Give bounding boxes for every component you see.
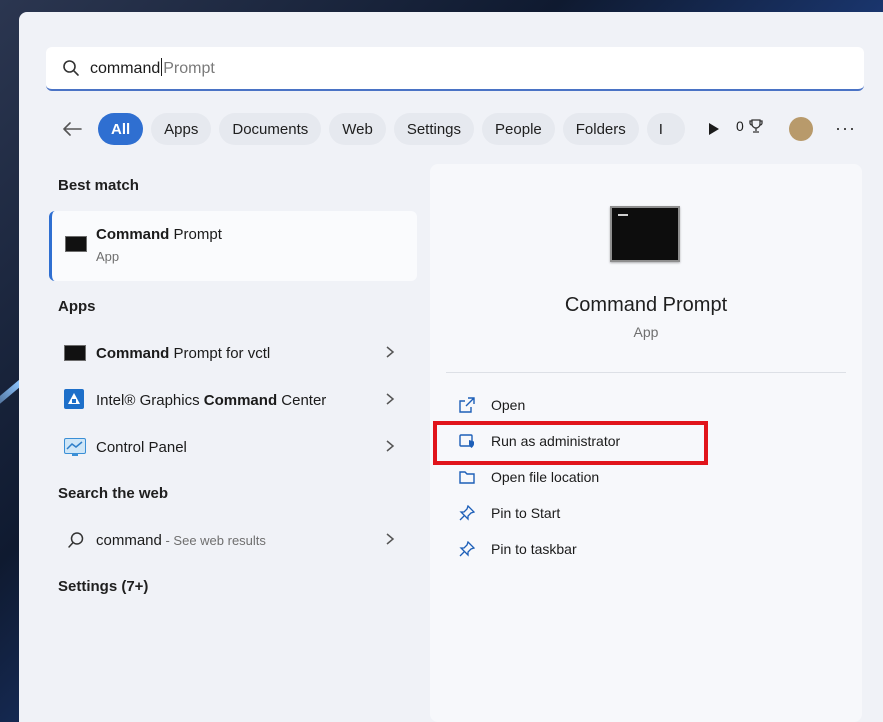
app-result-label: Command Prompt for vctl [96,345,270,362]
web-query: command [96,531,162,549]
search-typed-text: command [90,60,161,77]
app-result-label: Intel® Graphics Command Center [96,392,326,409]
app-result-intel-graphics[interactable]: Intel® Graphics Command Center [49,380,417,420]
filter-chip-people[interactable]: People [482,113,555,145]
intel-graphics-icon [64,389,84,409]
search-autocomplete-text: Prompt [163,60,215,77]
action-open[interactable]: Open [458,393,525,417]
action-label: Pin to taskbar [491,541,577,557]
app-result-label: Control Panel [96,439,187,456]
action-pin-to-taskbar[interactable]: Pin to taskbar [458,537,577,561]
control-panel-icon [64,438,86,456]
best-match-name-rest: Prompt [169,226,222,243]
app-result-control-panel[interactable]: Control Panel [49,427,417,467]
settings-heading[interactable]: Settings (7+) [58,578,148,595]
filter-chip-documents[interactable]: Documents [219,113,322,145]
best-match-heading: Best match [58,177,139,194]
chevron-right-icon [386,533,395,545]
folder-icon [458,468,476,486]
web-search-label: command - See web results [96,532,266,549]
label-post: Center [277,391,327,409]
more-options-icon[interactable]: ··· [835,118,856,139]
user-avatar[interactable] [789,117,813,141]
scroll-filters-button[interactable] [699,114,729,144]
search-icon [63,60,79,76]
best-match-name: Command Prompt [96,226,222,243]
chevron-right-icon [386,393,395,405]
back-button[interactable] [58,115,86,143]
web-suffix: - See web results [161,532,266,548]
open-external-icon [458,396,476,414]
action-label: Pin to Start [491,505,561,521]
filter-bar: All Apps Documents Web Settings People F… [58,112,729,146]
chevron-right-icon [386,346,395,358]
apps-heading: Apps [58,298,96,315]
detail-app-name: Command Prompt [564,294,728,316]
label-post: Prompt for vctl [169,344,271,362]
best-match-result[interactable]: Command Prompt App [49,211,417,281]
label-bold: Command [203,391,278,409]
label-pre: Intel® Graphics [96,391,204,409]
action-open-file-location[interactable]: Open file location [458,465,599,489]
command-prompt-icon [65,236,87,252]
best-match-type: App [96,249,120,264]
web-search-result[interactable]: command - See web results [49,520,417,560]
action-label: Open [491,397,526,413]
label-bold: Command [96,344,170,362]
label-pre: Control Panel [96,438,187,456]
rewards-points[interactable]: 0 [736,118,764,134]
rewards-trophy-icon [749,119,763,133]
chevron-right-icon [386,440,395,452]
search-input[interactable]: command Prompt [90,58,215,78]
search-the-web-heading: Search the web [58,485,169,502]
command-prompt-icon [64,345,86,361]
app-result-command-prompt-vctl[interactable]: Command Prompt for vctl [49,333,417,373]
filter-chip-folders[interactable]: Folders [562,113,639,145]
pin-icon [458,540,476,558]
pin-icon [458,504,476,522]
filter-chip-settings[interactable]: Settings [393,113,475,145]
search-box[interactable]: command Prompt [46,47,864,91]
filter-chip-more[interactable]: I [646,113,685,145]
action-label: Open file location [491,469,600,485]
annotation-highlight-box [433,421,708,465]
filter-chip-apps[interactable]: Apps [151,113,212,145]
filter-chip-all[interactable]: All [98,113,144,145]
action-pin-to-start[interactable]: Pin to Start [458,501,560,525]
command-prompt-large-icon [610,206,680,262]
filter-chip-web[interactable]: Web [329,113,386,145]
divider [446,372,846,373]
detail-app-type: App [633,324,659,340]
search-icon [68,532,84,548]
best-match-name-bold: Command [96,226,170,243]
back-arrow-icon [63,122,82,136]
rewards-points-value: 0 [736,118,744,134]
play-right-icon [708,123,719,135]
